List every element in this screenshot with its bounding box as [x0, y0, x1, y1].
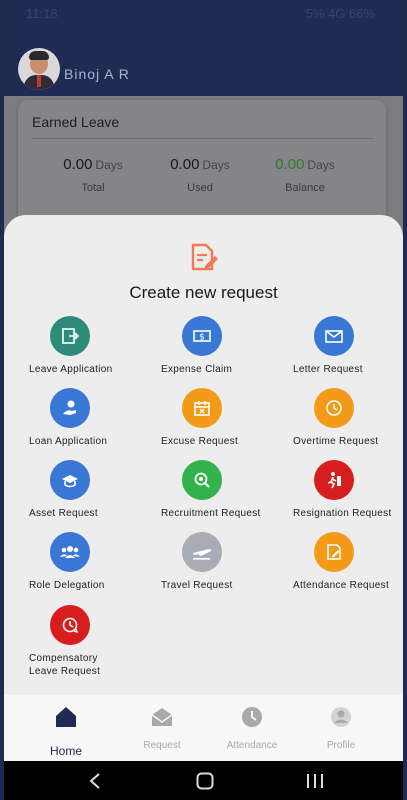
exit-person-icon: [314, 460, 354, 500]
tile-label: Excuse Request: [161, 436, 239, 447]
tile-label: Resignation Request: [293, 508, 392, 519]
stat-total: 0.00 Days Total: [38, 156, 148, 194]
app-frame: 11:18 5% 4G 66% Binoj A R Earned Leave 0…: [4, 0, 403, 800]
request-expense-claim[interactable]: $ Expense Claim: [161, 316, 281, 376]
envelope-icon: [314, 316, 354, 356]
leave-title: Earned Leave: [32, 114, 120, 130]
bottom-nav: Home Request Attendance Profile: [4, 695, 403, 761]
request-resignation-request[interactable]: Resignation Request: [293, 460, 403, 520]
system-nav-bar: [4, 761, 403, 800]
clock-icon: [314, 388, 354, 428]
envelope-open-icon: [151, 708, 173, 726]
doc-edit-icon: [314, 532, 354, 572]
clock-refresh-icon: [50, 605, 90, 645]
status-bar: 11:18 5% 4G 66%: [4, 0, 403, 26]
stat-used: 0.00 Days Used: [145, 156, 255, 194]
home-button-icon[interactable]: [196, 772, 214, 790]
hand-money-icon: [50, 388, 90, 428]
tile-label: Recruitment Request: [161, 508, 261, 519]
request-recruitment-request[interactable]: Recruitment Request: [161, 460, 281, 520]
request-letter-request[interactable]: Letter Request: [293, 316, 403, 376]
calendar-icon: [182, 388, 222, 428]
stat-value: 0.00: [275, 156, 305, 173]
tile-label: Travel Request: [161, 580, 233, 591]
airplane-icon: [182, 532, 222, 572]
asset-icon: [50, 460, 90, 500]
tile-label: Compensatory Leave Request: [29, 653, 101, 677]
recruit-icon: [182, 460, 222, 500]
stat-label: Balance: [285, 182, 325, 194]
status-time: 11:18: [26, 6, 58, 21]
tile-label: Asset Request: [29, 508, 98, 519]
svg-text:$: $: [199, 333, 205, 343]
request-excuse-request[interactable]: Excuse Request: [161, 388, 281, 448]
sheet-title: Create new request: [129, 283, 278, 302]
exit-icon: [50, 316, 90, 356]
tile-label: Role Delegation: [29, 580, 105, 591]
tile-label: Overtime Request: [293, 436, 379, 447]
stat-label: Used: [187, 182, 213, 194]
stat-unit: Days: [307, 158, 335, 172]
request-overtime-request[interactable]: Overtime Request: [293, 388, 403, 448]
document-edit-icon: [191, 243, 218, 271]
header: Binoj A R: [4, 26, 403, 96]
request-role-delegation[interactable]: Role Delegation: [29, 532, 149, 592]
person-icon: [331, 707, 351, 727]
home-icon: [56, 707, 76, 727]
nav-attendance[interactable]: Attendance: [212, 695, 292, 761]
nav-label: Home: [49, 744, 82, 758]
stat-value: 0.00: [170, 156, 200, 173]
avatar[interactable]: [18, 48, 60, 90]
clock-icon: [242, 707, 262, 727]
tile-label: Loan Application: [29, 436, 108, 447]
nav-label: Profile: [326, 740, 356, 751]
tile-label: Expense Claim: [161, 364, 233, 375]
nav-label: Attendance: [226, 740, 278, 751]
request-travel-request[interactable]: Travel Request: [161, 532, 281, 592]
user-name: Binoj A R: [64, 66, 130, 82]
dollar-bill-icon: $: [182, 316, 222, 356]
nav-home[interactable]: Home: [26, 695, 106, 761]
recents-icon[interactable]: [306, 773, 324, 789]
stat-value: 0.00: [63, 156, 93, 173]
stat-unit: Days: [202, 158, 230, 172]
group-icon: [50, 532, 90, 572]
request-loan-application[interactable]: Loan Application: [29, 388, 149, 448]
create-request-sheet: Create new request Leave Application $ E…: [4, 215, 403, 695]
request-leave-application[interactable]: Leave Application: [29, 316, 149, 376]
divider: [32, 138, 374, 139]
nav-request[interactable]: Request: [122, 695, 202, 761]
nav-profile[interactable]: Profile: [301, 695, 381, 761]
tile-label: Letter Request: [293, 364, 363, 375]
stat-label: Total: [81, 182, 105, 194]
nav-label: Request: [143, 740, 181, 751]
back-icon[interactable]: [88, 773, 102, 789]
stat-unit: Days: [95, 158, 123, 172]
tile-label: Leave Application: [29, 364, 113, 375]
status-indicators: 5% 4G 66%: [305, 6, 375, 21]
request-compensatory-leave[interactable]: Compensatory Leave Request: [29, 605, 119, 678]
tile-label: Attendance Request: [293, 580, 390, 591]
request-attendance-request[interactable]: Attendance Request: [293, 532, 403, 592]
request-asset-request[interactable]: Asset Request: [29, 460, 149, 520]
stat-balance: 0.00 Days Balance: [250, 156, 360, 194]
